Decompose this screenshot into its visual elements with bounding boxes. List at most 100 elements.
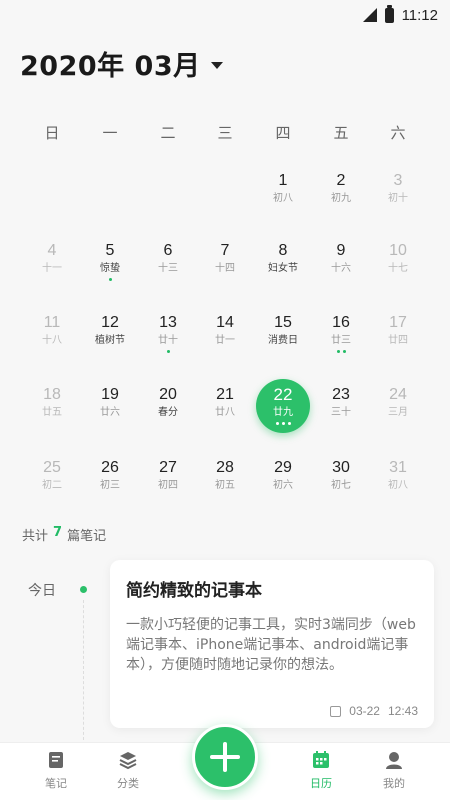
day-number: 18	[43, 385, 61, 403]
timeline-dot	[80, 586, 87, 593]
nav-label: 我的	[383, 777, 405, 790]
day-lunar: 三十	[331, 406, 351, 418]
calendar-day[interactable]: 31 初八	[371, 452, 425, 506]
note-dot	[342, 349, 346, 353]
day-number: 3	[393, 171, 403, 189]
status-bar: 11:12	[0, 0, 450, 30]
weekday-label: 一	[102, 124, 118, 142]
day-lunar: 初八	[388, 479, 408, 491]
day-number: 15	[274, 313, 292, 331]
day-number: 4	[47, 241, 57, 259]
day-lunar: 初三	[100, 479, 120, 491]
day-lunar: 廿四	[388, 334, 408, 346]
nav-mine[interactable]: 我的	[364, 749, 424, 791]
calendar-day[interactable]: 5 惊蛰	[83, 235, 137, 289]
day-number: 9	[336, 241, 346, 259]
day-lunar: 十八	[42, 334, 62, 346]
nav-categories[interactable]: 分类	[98, 749, 158, 791]
note-indicator	[336, 349, 346, 355]
day-number: 28	[216, 458, 234, 476]
day-lunar: 十三	[158, 262, 178, 274]
day-number: 22	[273, 384, 293, 404]
calendar-day[interactable]: 16 廿三	[314, 307, 368, 361]
calendar-day[interactable]: 11 十八	[25, 307, 79, 361]
day-number: 1	[278, 171, 288, 189]
calendar-day[interactable]: 12 植树节	[83, 307, 137, 361]
calendar-day[interactable]: 29 初六	[256, 452, 310, 506]
day-lunar: 初十	[388, 192, 408, 204]
note-dot	[336, 349, 340, 353]
calendar-day[interactable]: 7 十四	[198, 235, 252, 289]
calendar-day[interactable]: 20 春分	[141, 379, 195, 433]
add-note-button[interactable]	[192, 724, 258, 790]
day-lunar: 初四	[158, 479, 178, 491]
calendar-day[interactable]: 15 消费日	[256, 307, 310, 361]
nav-calendar[interactable]: 日历	[291, 749, 351, 791]
day-number: 5	[105, 241, 115, 259]
day-number: 21	[216, 385, 234, 403]
day-lunar: 初二	[42, 479, 62, 491]
timeline-label: 今日	[28, 583, 56, 599]
day-lunar: 廿九	[273, 406, 293, 418]
nav-label: 日历	[310, 777, 332, 790]
day-lunar: 廿十	[158, 334, 178, 346]
calendar-day[interactable]: 25 初二	[25, 452, 79, 506]
day-lunar: 三月	[388, 406, 408, 418]
note-count-prefix: 共计	[22, 529, 49, 544]
calendar-day[interactable]: 19 廿六	[83, 379, 137, 433]
calendar-day[interactable]: 4 十一	[25, 235, 79, 289]
weekday-label: 四	[275, 124, 291, 142]
note-dot	[108, 277, 112, 281]
day-lunar: 妇女节	[268, 262, 298, 274]
calendar-day[interactable]: 27 初四	[141, 452, 195, 506]
calendar-day[interactable]: 22 廿九	[256, 379, 310, 433]
calendar-day[interactable]: 24 三月	[371, 379, 425, 433]
day-lunar: 惊蛰	[100, 262, 120, 274]
day-number: 16	[332, 313, 350, 331]
calendar-day[interactable]: 9 十六	[314, 235, 368, 289]
day-lunar: 廿六	[100, 406, 120, 418]
user-icon	[383, 749, 405, 771]
day-lunar: 十六	[331, 262, 351, 274]
plus-icon	[210, 742, 240, 772]
calendar-day[interactable]: 21 廿八	[198, 379, 252, 433]
calendar-day[interactable]: 6 十三	[141, 235, 195, 289]
calendar-day[interactable]: 18 廿五	[25, 379, 79, 433]
day-number: 11	[43, 313, 61, 331]
calendar-day[interactable]: 30 初七	[314, 452, 368, 506]
calendar-day[interactable]: 26 初三	[83, 452, 137, 506]
day-lunar: 春分	[158, 406, 178, 418]
note-count: 共计 7 篇笔记	[22, 525, 106, 544]
day-lunar: 廿一	[215, 334, 235, 346]
battery-icon	[384, 4, 394, 23]
calendar-day[interactable]: 8 妇女节	[256, 235, 310, 289]
note-dot	[281, 421, 285, 425]
calendar-day[interactable]: 3 初十	[371, 165, 425, 219]
calendar-day[interactable]: 17 廿四	[371, 307, 425, 361]
day-number: 24	[389, 385, 407, 403]
caret-down-icon[interactable]	[210, 62, 223, 69]
note-card[interactable]: 简约精致的记事本 一款小巧轻便的记事工具，实时3端同步（web端记事本、iPho…	[110, 560, 434, 728]
calendar-day[interactable]: 23 三十	[314, 379, 368, 433]
weekday-label: 二	[160, 124, 176, 142]
weekday-row: 日 一 二 三 四 五 六	[0, 122, 450, 142]
note-count-suffix: 篇笔记	[67, 529, 107, 544]
day-lunar: 十七	[388, 262, 408, 274]
calendar-day[interactable]: 28 初五	[198, 452, 252, 506]
day-lunar: 初七	[331, 479, 351, 491]
day-lunar: 廿五	[42, 406, 62, 418]
day-number: 19	[101, 385, 119, 403]
day-lunar: 十四	[215, 262, 235, 274]
calendar-day[interactable]: 13 廿十	[141, 307, 195, 361]
calendar-day[interactable]: 14 廿一	[198, 307, 252, 361]
nav-label: 分类	[117, 777, 139, 790]
calendar-day[interactable]: 1 初八	[256, 165, 310, 219]
calendar-day[interactable]: 2 初九	[314, 165, 368, 219]
note-body: 一款小巧轻便的记事工具，实时3端同步（web端记事本、iPhone端记事本、an…	[126, 617, 416, 673]
weekday-label: 日	[44, 124, 60, 142]
nav-notes[interactable]: 笔记	[26, 749, 86, 791]
note-dot	[287, 421, 291, 425]
calendar-day[interactable]: 10 十七	[371, 235, 425, 289]
month-selector[interactable]: 2020年 03月	[20, 44, 223, 83]
day-number: 25	[43, 458, 61, 476]
